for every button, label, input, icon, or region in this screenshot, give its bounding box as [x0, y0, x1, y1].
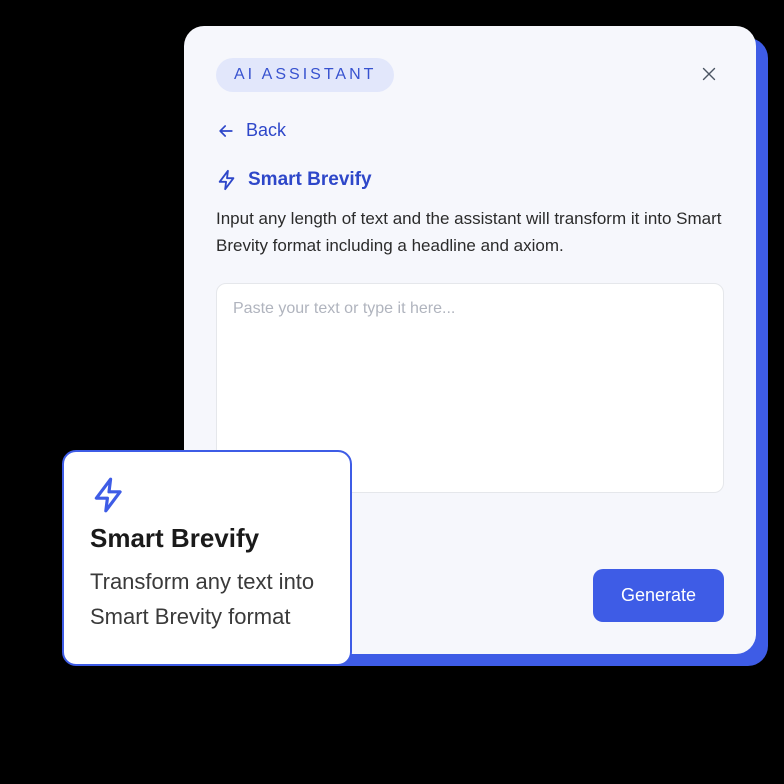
close-button[interactable]	[694, 59, 724, 92]
card-description: Transform any text into Smart Brevity fo…	[90, 564, 324, 634]
lightning-icon	[216, 169, 238, 191]
arrow-left-icon	[216, 121, 236, 141]
generate-button[interactable]: Generate	[593, 569, 724, 622]
card-icon-wrapper	[90, 476, 324, 519]
section-title-text: Smart Brevify	[248, 169, 372, 191]
feature-card[interactable]: Smart Brevify Transform any text into Sm…	[62, 450, 352, 666]
close-icon	[698, 63, 720, 85]
assistant-badge: AI ASSISTANT	[216, 58, 394, 92]
back-button[interactable]: Back	[216, 120, 286, 141]
back-label: Back	[246, 120, 286, 141]
panel-header: AI ASSISTANT	[216, 58, 724, 92]
lightning-icon	[90, 476, 128, 514]
section-description: Input any length of text and the assista…	[216, 205, 724, 259]
section-title: Smart Brevify	[216, 169, 724, 191]
card-title: Smart Brevify	[90, 523, 324, 554]
